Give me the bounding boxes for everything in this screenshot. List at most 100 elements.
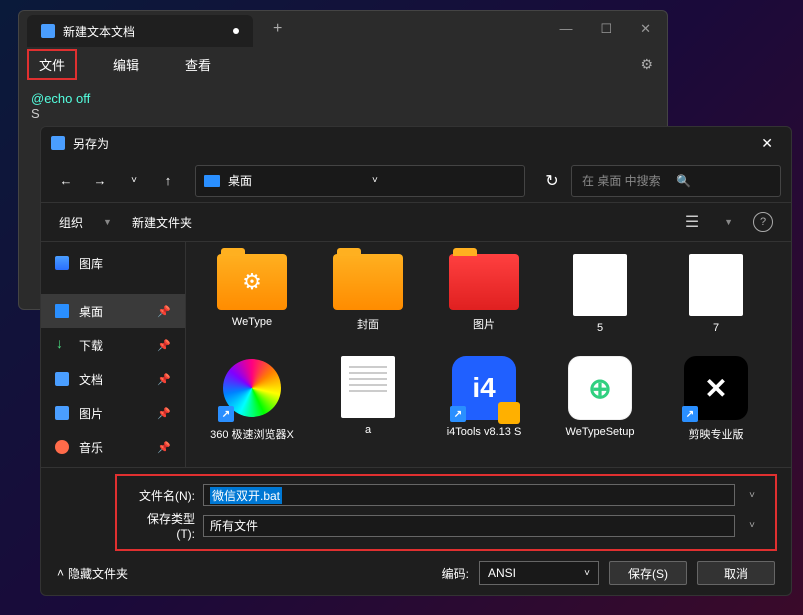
chevron-down-icon: ▼ — [724, 217, 733, 227]
folder-icon — [333, 254, 403, 310]
notepad-titlebar: 新建文本文档 + — ☐ ✕ — [19, 11, 667, 47]
notepad-content[interactable]: @echo off S — [19, 81, 667, 131]
dialog-close-button[interactable]: ✕ — [753, 133, 781, 154]
sidebar-item-doc[interactable]: 文档📌 — [41, 362, 185, 396]
file-item[interactable]: 360 极速浏览器X — [204, 356, 300, 442]
notepad-menubar: 文件 编辑 查看 ⚙ — [19, 47, 667, 81]
file-grid[interactable]: WeType 封面 图片 5 7 360 极速浏览器X a i4 i4Tools v8.13 S… — [186, 242, 791, 467]
location-icon — [204, 175, 220, 187]
save-as-dialog: 另存为 ✕ ← → ˅ ↑ 桌面 ˅ ↻ 在 桌面 中搜索 🔍 组织 ▼ 新建文… — [40, 126, 792, 596]
pin-icon: 📌 — [157, 373, 171, 386]
chevron-down-icon[interactable]: ˅ — [743, 520, 761, 531]
app-icon: i4 — [452, 356, 516, 420]
dialog-fields: 文件名(N): 微信双开.bat ˅ 保存类型(T): 所有文件 ˅ — [115, 474, 777, 551]
search-input[interactable]: 在 桌面 中搜索 🔍 — [571, 165, 781, 197]
pin-icon: 📌 — [157, 305, 171, 318]
code-line: @echo off — [31, 91, 655, 106]
file-item[interactable]: 封面 — [320, 254, 416, 334]
file-label: 7 — [668, 322, 764, 334]
nav-up-button[interactable]: ˅ — [119, 166, 149, 196]
file-label: WeTypeSetup — [552, 426, 648, 438]
menu-edit[interactable]: 编辑 — [103, 51, 149, 78]
file-label: a — [320, 424, 416, 436]
file-item[interactable]: 7 — [668, 254, 764, 334]
notepad-tab-title: 新建文本文档 — [63, 23, 135, 40]
sidebar-item-label: 音乐 — [79, 439, 103, 456]
chevron-down-icon: ▼ — [103, 217, 112, 227]
doc-icon — [55, 372, 69, 386]
file-item[interactable]: 图片 — [436, 254, 532, 334]
sidebar-item-gallery[interactable]: 图库 — [41, 246, 185, 280]
file-item[interactable]: ✕剪映专业版 — [668, 356, 764, 442]
app-icon — [220, 356, 284, 420]
minimize-button[interactable]: — — [559, 21, 572, 37]
filename-input[interactable]: 微信双开.bat — [203, 484, 735, 506]
chevron-down-icon[interactable]: ˅ — [372, 175, 516, 186]
save-button[interactable]: 保存(S) — [609, 561, 687, 585]
sidebar-item-label: 图片 — [79, 405, 103, 422]
filename-label: 文件名(N): — [131, 487, 195, 504]
hide-folders-toggle[interactable]: ˄隐藏文件夹 — [57, 565, 128, 582]
dialog-sidebar: 图库桌面📌下载📌文档📌 图片 📌 音乐 📌 — [41, 242, 186, 467]
file-item[interactable]: WeType — [204, 254, 300, 334]
gallery-icon — [55, 256, 69, 270]
search-icon: 🔍 — [676, 174, 770, 188]
file-label: 360 极速浏览器X — [204, 426, 300, 442]
nav-forward-button[interactable]: → — [85, 166, 115, 196]
sidebar-item-label: 图库 — [79, 255, 103, 272]
maximize-button[interactable]: ☐ — [600, 21, 612, 37]
cancel-button[interactable]: 取消 — [697, 561, 775, 585]
file-label: WeType — [204, 316, 300, 328]
pin-icon: 📌 — [157, 441, 171, 454]
new-tab-button[interactable]: + — [273, 20, 282, 38]
chevron-down-icon[interactable]: ˅ — [743, 490, 761, 501]
refresh-button[interactable]: ↻ — [537, 166, 567, 196]
new-folder-button[interactable]: 新建文件夹 — [132, 214, 192, 231]
music-icon — [55, 440, 69, 454]
document-icon — [573, 254, 627, 316]
help-button[interactable]: ? — [753, 212, 773, 232]
notepad-tab[interactable]: 新建文本文档 — [27, 15, 253, 47]
file-item[interactable]: a — [320, 356, 416, 442]
folder-icon — [217, 254, 287, 310]
file-label: 5 — [552, 322, 648, 334]
dialog-toolbar: 组织 ▼ 新建文件夹 ☰ ▼ ? — [41, 203, 791, 241]
settings-icon[interactable]: ⚙ — [640, 56, 659, 73]
file-item[interactable]: 5 — [552, 254, 648, 334]
file-label: i4Tools v8.13 S — [436, 426, 532, 438]
encoding-label: 编码: — [442, 565, 469, 582]
notepad-tab-icon — [41, 24, 55, 38]
encoding-select[interactable]: ANSI˅ — [479, 561, 599, 585]
file-item[interactable]: ⊕ WeTypeSetup — [552, 356, 648, 442]
pin-icon: 📌 — [157, 339, 171, 352]
app-icon: ⊕ — [568, 356, 632, 420]
breadcrumb: 桌面 — [228, 172, 372, 189]
sidebar-item-download[interactable]: 下载📌 — [41, 328, 185, 362]
pic-icon — [55, 406, 69, 420]
filetype-select[interactable]: 所有文件 — [203, 515, 735, 537]
search-placeholder: 在 桌面 中搜索 — [582, 172, 676, 189]
file-item[interactable]: i4 i4Tools v8.13 S — [436, 356, 532, 442]
download-icon — [55, 338, 69, 352]
nav-back-button[interactable]: ← — [51, 166, 81, 196]
close-button[interactable]: ✕ — [640, 21, 651, 37]
sidebar-item-music[interactable]: 音乐 📌 — [41, 430, 185, 464]
menu-view[interactable]: 查看 — [175, 51, 221, 78]
view-mode-button[interactable]: ☰ — [680, 210, 704, 234]
nav-parent-button[interactable]: ↑ — [153, 166, 183, 196]
pin-icon: 📌 — [157, 407, 171, 420]
address-bar[interactable]: 桌面 ˅ — [195, 165, 525, 197]
sidebar-item-desktop[interactable]: 桌面📌 — [41, 294, 185, 328]
dialog-title: 另存为 — [73, 135, 109, 152]
menu-file[interactable]: 文件 — [27, 49, 77, 80]
desktop-icon — [55, 304, 69, 318]
modified-indicator — [233, 28, 239, 34]
dialog-navbar: ← → ˅ ↑ 桌面 ˅ ↻ 在 桌面 中搜索 🔍 — [41, 159, 791, 203]
code-line: S — [31, 106, 655, 121]
dialog-titlebar: 另存为 ✕ — [41, 127, 791, 159]
file-label: 封面 — [320, 316, 416, 332]
organize-button[interactable]: 组织 — [59, 214, 83, 231]
file-label: 剪映专业版 — [668, 426, 764, 442]
sidebar-item-pic[interactable]: 图片 📌 — [41, 396, 185, 430]
dialog-main: 图库桌面📌下载📌文档📌图片📌音乐📌 WeType封面图片57360 极速浏览器X… — [41, 241, 791, 468]
